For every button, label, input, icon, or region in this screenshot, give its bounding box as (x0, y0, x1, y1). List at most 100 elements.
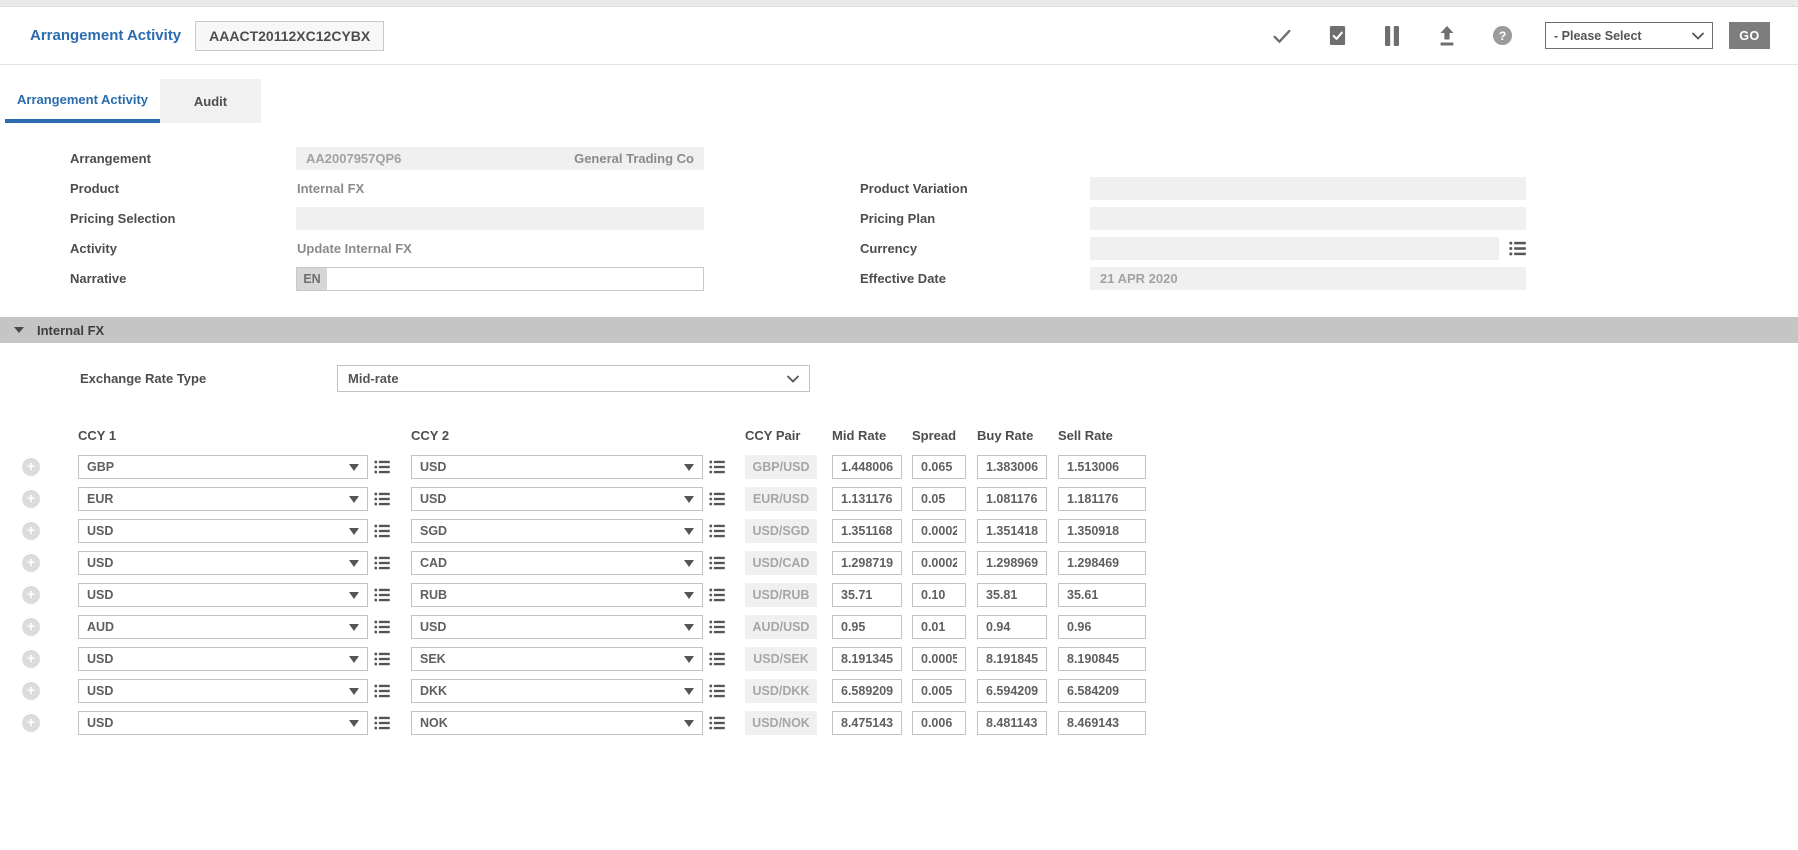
narrative-input[interactable] (327, 268, 703, 290)
ccy1-lookup-list-icon[interactable] (374, 620, 390, 634)
mid-rate-input[interactable] (832, 519, 902, 543)
buy-rate-input[interactable] (977, 711, 1047, 735)
buy-rate-input[interactable] (977, 455, 1047, 479)
currency-lookup-list-icon[interactable] (1509, 241, 1526, 256)
ccy1-select[interactable]: USD (78, 679, 368, 703)
ccy2-select[interactable]: RUB (411, 583, 703, 607)
spread-input[interactable] (912, 519, 966, 543)
mid-rate-input[interactable] (832, 679, 902, 703)
mid-rate-input[interactable] (832, 455, 902, 479)
ccy2-select[interactable]: USD (411, 455, 703, 479)
ccy2-select[interactable]: SEK (411, 647, 703, 671)
mid-rate-input[interactable] (832, 551, 902, 575)
add-row-icon[interactable]: + (22, 490, 40, 508)
ccy2-select[interactable]: USD (411, 615, 703, 639)
ccy1-lookup-list-icon[interactable] (374, 652, 390, 666)
help-icon[interactable]: ? (1490, 24, 1514, 48)
ccy2-lookup-list-icon[interactable] (709, 460, 725, 474)
add-row-icon[interactable]: + (22, 682, 40, 700)
buy-rate-input[interactable] (977, 679, 1047, 703)
ccy1-lookup-list-icon[interactable] (374, 524, 390, 538)
add-row-icon[interactable]: + (22, 586, 40, 604)
ccy2-lookup-list-icon[interactable] (709, 588, 725, 602)
upload-icon[interactable] (1435, 24, 1459, 48)
ccy1-select[interactable]: USD (78, 519, 368, 543)
spread-input[interactable] (912, 455, 966, 479)
go-button[interactable]: GO (1729, 22, 1770, 49)
add-row-icon[interactable]: + (22, 554, 40, 572)
add-row-icon[interactable]: + (22, 714, 40, 732)
sell-rate-input[interactable] (1058, 551, 1146, 575)
ccy1-select[interactable]: USD (78, 711, 368, 735)
narrative-label: Narrative (70, 271, 296, 286)
spread-input[interactable] (912, 583, 966, 607)
ccy2-value: CAD (420, 556, 684, 570)
spread-input[interactable] (912, 647, 966, 671)
ccy1-lookup-list-icon[interactable] (374, 556, 390, 570)
ccy1-select[interactable]: USD (78, 647, 368, 671)
mid-rate-input[interactable] (832, 647, 902, 671)
sell-rate-input[interactable] (1058, 519, 1146, 543)
add-row-icon[interactable]: + (22, 522, 40, 540)
page: Arrangement Activity AAACT20112XC12CYBX (0, 0, 1798, 850)
more-actions-select[interactable]: - Please Select (1545, 22, 1713, 49)
sell-rate-input[interactable] (1058, 583, 1146, 607)
add-row-icon[interactable]: + (22, 458, 40, 476)
sell-rate-input[interactable] (1058, 711, 1146, 735)
sell-rate-input[interactable] (1058, 615, 1146, 639)
buy-rate-input[interactable] (977, 583, 1047, 607)
ccy1-select[interactable]: GBP (78, 455, 368, 479)
mid-rate-input[interactable] (832, 615, 902, 639)
ccy1-lookup-list-icon[interactable] (374, 492, 390, 506)
ccy1-lookup-list-icon[interactable] (374, 460, 390, 474)
ccy2-select[interactable]: DKK (411, 679, 703, 703)
ccy2-lookup-list-icon[interactable] (709, 716, 725, 730)
ccy2-lookup-list-icon[interactable] (709, 492, 725, 506)
exchange-rate-type-select[interactable]: Mid-rate (337, 365, 810, 392)
mid-rate-input[interactable] (832, 487, 902, 511)
spread-input[interactable] (912, 615, 966, 639)
ccy-pair-readonly: EUR/USD (745, 487, 817, 511)
ccy2-select[interactable]: USD (411, 487, 703, 511)
mid-rate-input[interactable] (832, 583, 902, 607)
ccy2-select[interactable]: NOK (411, 711, 703, 735)
commit-check-icon[interactable] (1270, 24, 1294, 48)
ccy1-lookup-list-icon[interactable] (374, 684, 390, 698)
sell-rate-input[interactable] (1058, 487, 1146, 511)
buy-rate-input[interactable] (977, 519, 1047, 543)
ccy2-lookup-list-icon[interactable] (709, 556, 725, 570)
buy-rate-input[interactable] (977, 551, 1047, 575)
ccy2-lookup-list-icon[interactable] (709, 684, 725, 698)
ccy1-select[interactable]: USD (78, 583, 368, 607)
buy-rate-input[interactable] (977, 615, 1047, 639)
hold-pause-icon[interactable] (1380, 24, 1404, 48)
internal-fx-section-header[interactable]: Internal FX (0, 317, 1798, 343)
ccy1-lookup-list-icon[interactable] (374, 588, 390, 602)
narrative-input-group: EN (296, 267, 704, 291)
ccy2-lookup-list-icon[interactable] (709, 524, 725, 538)
mid-rate-input[interactable] (832, 711, 902, 735)
ccy2-lookup-list-icon[interactable] (709, 620, 725, 634)
ccy1-select[interactable]: EUR (78, 487, 368, 511)
buy-rate-input[interactable] (977, 647, 1047, 671)
ccy1-select[interactable]: USD (78, 551, 368, 575)
spread-input[interactable] (912, 679, 966, 703)
sell-rate-input[interactable] (1058, 679, 1146, 703)
ccy1-lookup-list-icon[interactable] (374, 716, 390, 730)
add-row-icon[interactable]: + (22, 618, 40, 636)
add-row-icon[interactable]: + (22, 650, 40, 668)
spread-input[interactable] (912, 487, 966, 511)
spread-input[interactable] (912, 551, 966, 575)
buy-rate-input[interactable] (977, 487, 1047, 511)
tab-arrangement-activity[interactable]: Arrangement Activity (5, 79, 160, 123)
tab-audit[interactable]: Audit (160, 79, 261, 123)
sign-off-document-icon[interactable] (1325, 24, 1349, 48)
arrangement-value-field: AA2007957QP6 General Trading Co (296, 147, 704, 170)
sell-rate-input[interactable] (1058, 455, 1146, 479)
ccy1-select[interactable]: AUD (78, 615, 368, 639)
ccy2-select[interactable]: SGD (411, 519, 703, 543)
ccy2-select[interactable]: CAD (411, 551, 703, 575)
spread-input[interactable] (912, 711, 966, 735)
ccy2-lookup-list-icon[interactable] (709, 652, 725, 666)
sell-rate-input[interactable] (1058, 647, 1146, 671)
